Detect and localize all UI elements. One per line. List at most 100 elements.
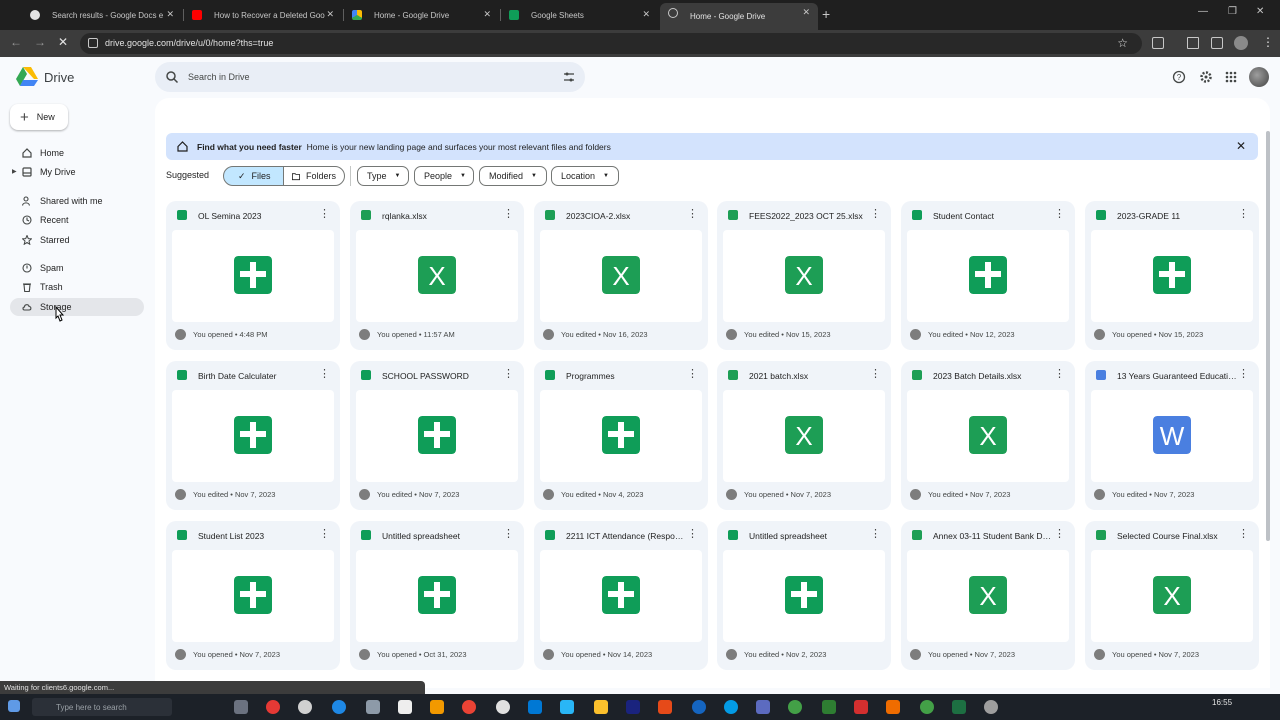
more-options-icon[interactable]: ⋮ — [1238, 369, 1249, 380]
file-thumbnail[interactable]: X — [356, 230, 518, 322]
drive-logo-icon[interactable] — [16, 67, 38, 87]
taskbar-search[interactable]: Type here to search — [32, 698, 172, 716]
app-icon[interactable] — [658, 700, 672, 714]
app-icon[interactable] — [724, 700, 738, 714]
file-thumbnail[interactable] — [723, 550, 885, 642]
more-options-icon[interactable]: ⋮ — [503, 369, 514, 380]
close-tab-icon[interactable]: ✕ — [326, 9, 334, 20]
file-card[interactable]: 2023CIOA-2.xlsx ⋮ X You edited • Nov 16,… — [534, 201, 708, 350]
excel-app-icon[interactable] — [952, 700, 966, 714]
file-thumbnail[interactable] — [172, 230, 334, 322]
file-card[interactable]: Student Contact ⋮ You edited • Nov 12, 2… — [901, 201, 1075, 350]
app-icon[interactable] — [298, 700, 312, 714]
browser-profile-avatar[interactable] — [1234, 36, 1248, 50]
file-thumbnail[interactable]: X — [907, 550, 1069, 642]
more-options-icon[interactable]: ⋮ — [1054, 209, 1065, 220]
app-icon[interactable] — [920, 700, 934, 714]
windows-start-icon[interactable] — [8, 700, 20, 712]
filter-chip-people[interactable]: People ▼ — [414, 166, 474, 186]
search-icon[interactable] — [165, 70, 179, 84]
file-card[interactable]: rqlanka.xlsx ⋮ X You opened • 11:57 AM — [350, 201, 524, 350]
file-thumbnail[interactable]: X — [540, 230, 702, 322]
file-card[interactable]: 2023-GRADE 11 ⋮ You opened • Nov 15, 202… — [1085, 201, 1259, 350]
app-icon[interactable] — [398, 700, 412, 714]
close-tab-icon[interactable]: ✕ — [166, 9, 174, 20]
browser-tab[interactable]: Home - Google Drive ✕ — [344, 5, 499, 25]
file-card[interactable]: 2023 Batch Details.xlsx ⋮ X You edited •… — [901, 361, 1075, 510]
file-card[interactable]: 2021 batch.xlsx ⋮ X You opened • Nov 7, … — [717, 361, 891, 510]
file-thumbnail[interactable] — [540, 390, 702, 482]
browser-menu-icon[interactable]: ⋮ — [1262, 35, 1274, 49]
new-tab-button[interactable]: + — [822, 7, 830, 21]
back-icon[interactable]: ← — [10, 35, 22, 49]
extensions-icon[interactable] — [1152, 37, 1164, 49]
file-thumbnail[interactable] — [1091, 230, 1253, 322]
more-options-icon[interactable]: ⋮ — [319, 209, 330, 220]
maximize-icon[interactable]: ❐ — [1228, 6, 1237, 17]
chrome-icon[interactable] — [462, 700, 476, 714]
app-icon[interactable] — [822, 700, 836, 714]
search-bar[interactable]: Search in Drive — [155, 62, 585, 92]
close-tab-icon[interactable]: ✕ — [483, 9, 491, 20]
close-tab-icon[interactable]: ✕ — [642, 9, 650, 20]
close-tab-icon[interactable]: ✕ — [802, 7, 810, 18]
settings-gear-icon[interactable] — [1199, 70, 1213, 84]
address-bar[interactable]: drive.google.com/drive/u/0/home?ths=true… — [80, 33, 1142, 54]
browser-tab-active[interactable]: Home - Google Drive ✕ — [660, 3, 818, 30]
app-icon[interactable] — [854, 700, 868, 714]
file-thumbnail[interactable]: W — [1091, 390, 1253, 482]
file-card[interactable]: Selected Course Final.xlsx ⋮ X You opene… — [1085, 521, 1259, 670]
file-card[interactable]: FEES2022_2023 OCT 25.xlsx ⋮ X You edited… — [717, 201, 891, 350]
more-options-icon[interactable]: ⋮ — [687, 369, 698, 380]
app-icon[interactable] — [984, 700, 998, 714]
app-icon[interactable] — [430, 700, 444, 714]
app-icon[interactable] — [266, 700, 280, 714]
filter-chip-type[interactable]: Type ▼ — [357, 166, 409, 186]
filter-chip-location[interactable]: Location ▼ — [551, 166, 619, 186]
task-view-icon[interactable] — [234, 700, 248, 714]
more-options-icon[interactable]: ⋮ — [1238, 529, 1249, 540]
file-card[interactable]: Untitled spreadsheet ⋮ You edited • Nov … — [717, 521, 891, 670]
sidebar-item-spam[interactable]: Spam — [10, 259, 144, 277]
sidebar-item-starred[interactable]: Starred — [10, 231, 144, 249]
close-banner-icon[interactable]: ✕ — [1236, 139, 1246, 153]
file-thumbnail[interactable] — [356, 550, 518, 642]
app-icon[interactable] — [692, 700, 706, 714]
more-options-icon[interactable]: ⋮ — [870, 209, 881, 220]
file-card[interactable]: SCHOOL PASSWORD ⋮ You edited • Nov 7, 20… — [350, 361, 524, 510]
filter-chip-modified[interactable]: Modified ▼ — [479, 166, 547, 186]
file-card[interactable]: Programmes ⋮ You edited • Nov 4, 2023 — [534, 361, 708, 510]
search-options-icon[interactable] — [562, 70, 576, 84]
file-thumbnail[interactable]: X — [907, 390, 1069, 482]
app-icon[interactable] — [528, 700, 542, 714]
new-button[interactable]: + New — [10, 104, 68, 130]
file-card[interactable]: OL Semina 2023 ⋮ You opened • 4:48 PM — [166, 201, 340, 350]
stop-loading-icon[interactable]: ✕ — [58, 35, 68, 49]
sidebar-item-recent[interactable]: Recent — [10, 211, 144, 229]
more-options-icon[interactable]: ⋮ — [503, 529, 514, 540]
sidebar-item-shared[interactable]: Shared with me — [10, 192, 144, 210]
more-options-icon[interactable]: ⋮ — [687, 209, 698, 220]
file-thumbnail[interactable]: X — [723, 230, 885, 322]
more-options-icon[interactable]: ⋮ — [1054, 369, 1065, 380]
expand-caret-icon[interactable]: ▶ — [12, 168, 17, 175]
more-options-icon[interactable]: ⋮ — [1238, 209, 1249, 220]
help-icon[interactable]: ? — [1172, 70, 1186, 84]
search-input[interactable]: Search in Drive — [188, 72, 250, 82]
app-icon[interactable] — [756, 700, 770, 714]
app-icon[interactable] — [366, 700, 380, 714]
file-card[interactable]: Annex 03-11 Student Bank Det... ⋮ X You … — [901, 521, 1075, 670]
more-options-icon[interactable]: ⋮ — [503, 209, 514, 220]
browser-tab[interactable]: Google Sheets ✕ — [501, 5, 658, 25]
file-card[interactable]: Birth Date Calculater ⋮ You edited • Nov… — [166, 361, 340, 510]
sidebar-item-my-drive[interactable]: ▶ My Drive — [10, 163, 144, 181]
browser-tab[interactable]: Search results - Google Docs e ✕ — [22, 5, 182, 25]
more-options-icon[interactable]: ⋮ — [687, 529, 698, 540]
sidebar-item-trash[interactable]: Trash — [10, 278, 144, 296]
forward-icon[interactable]: → — [34, 35, 46, 49]
more-options-icon[interactable]: ⋮ — [870, 529, 881, 540]
file-thumbnail[interactable]: X — [723, 390, 885, 482]
close-window-icon[interactable]: ✕ — [1256, 6, 1264, 17]
bookmark-star-icon[interactable]: ☆ — [1117, 36, 1128, 50]
more-options-icon[interactable]: ⋮ — [319, 369, 330, 380]
